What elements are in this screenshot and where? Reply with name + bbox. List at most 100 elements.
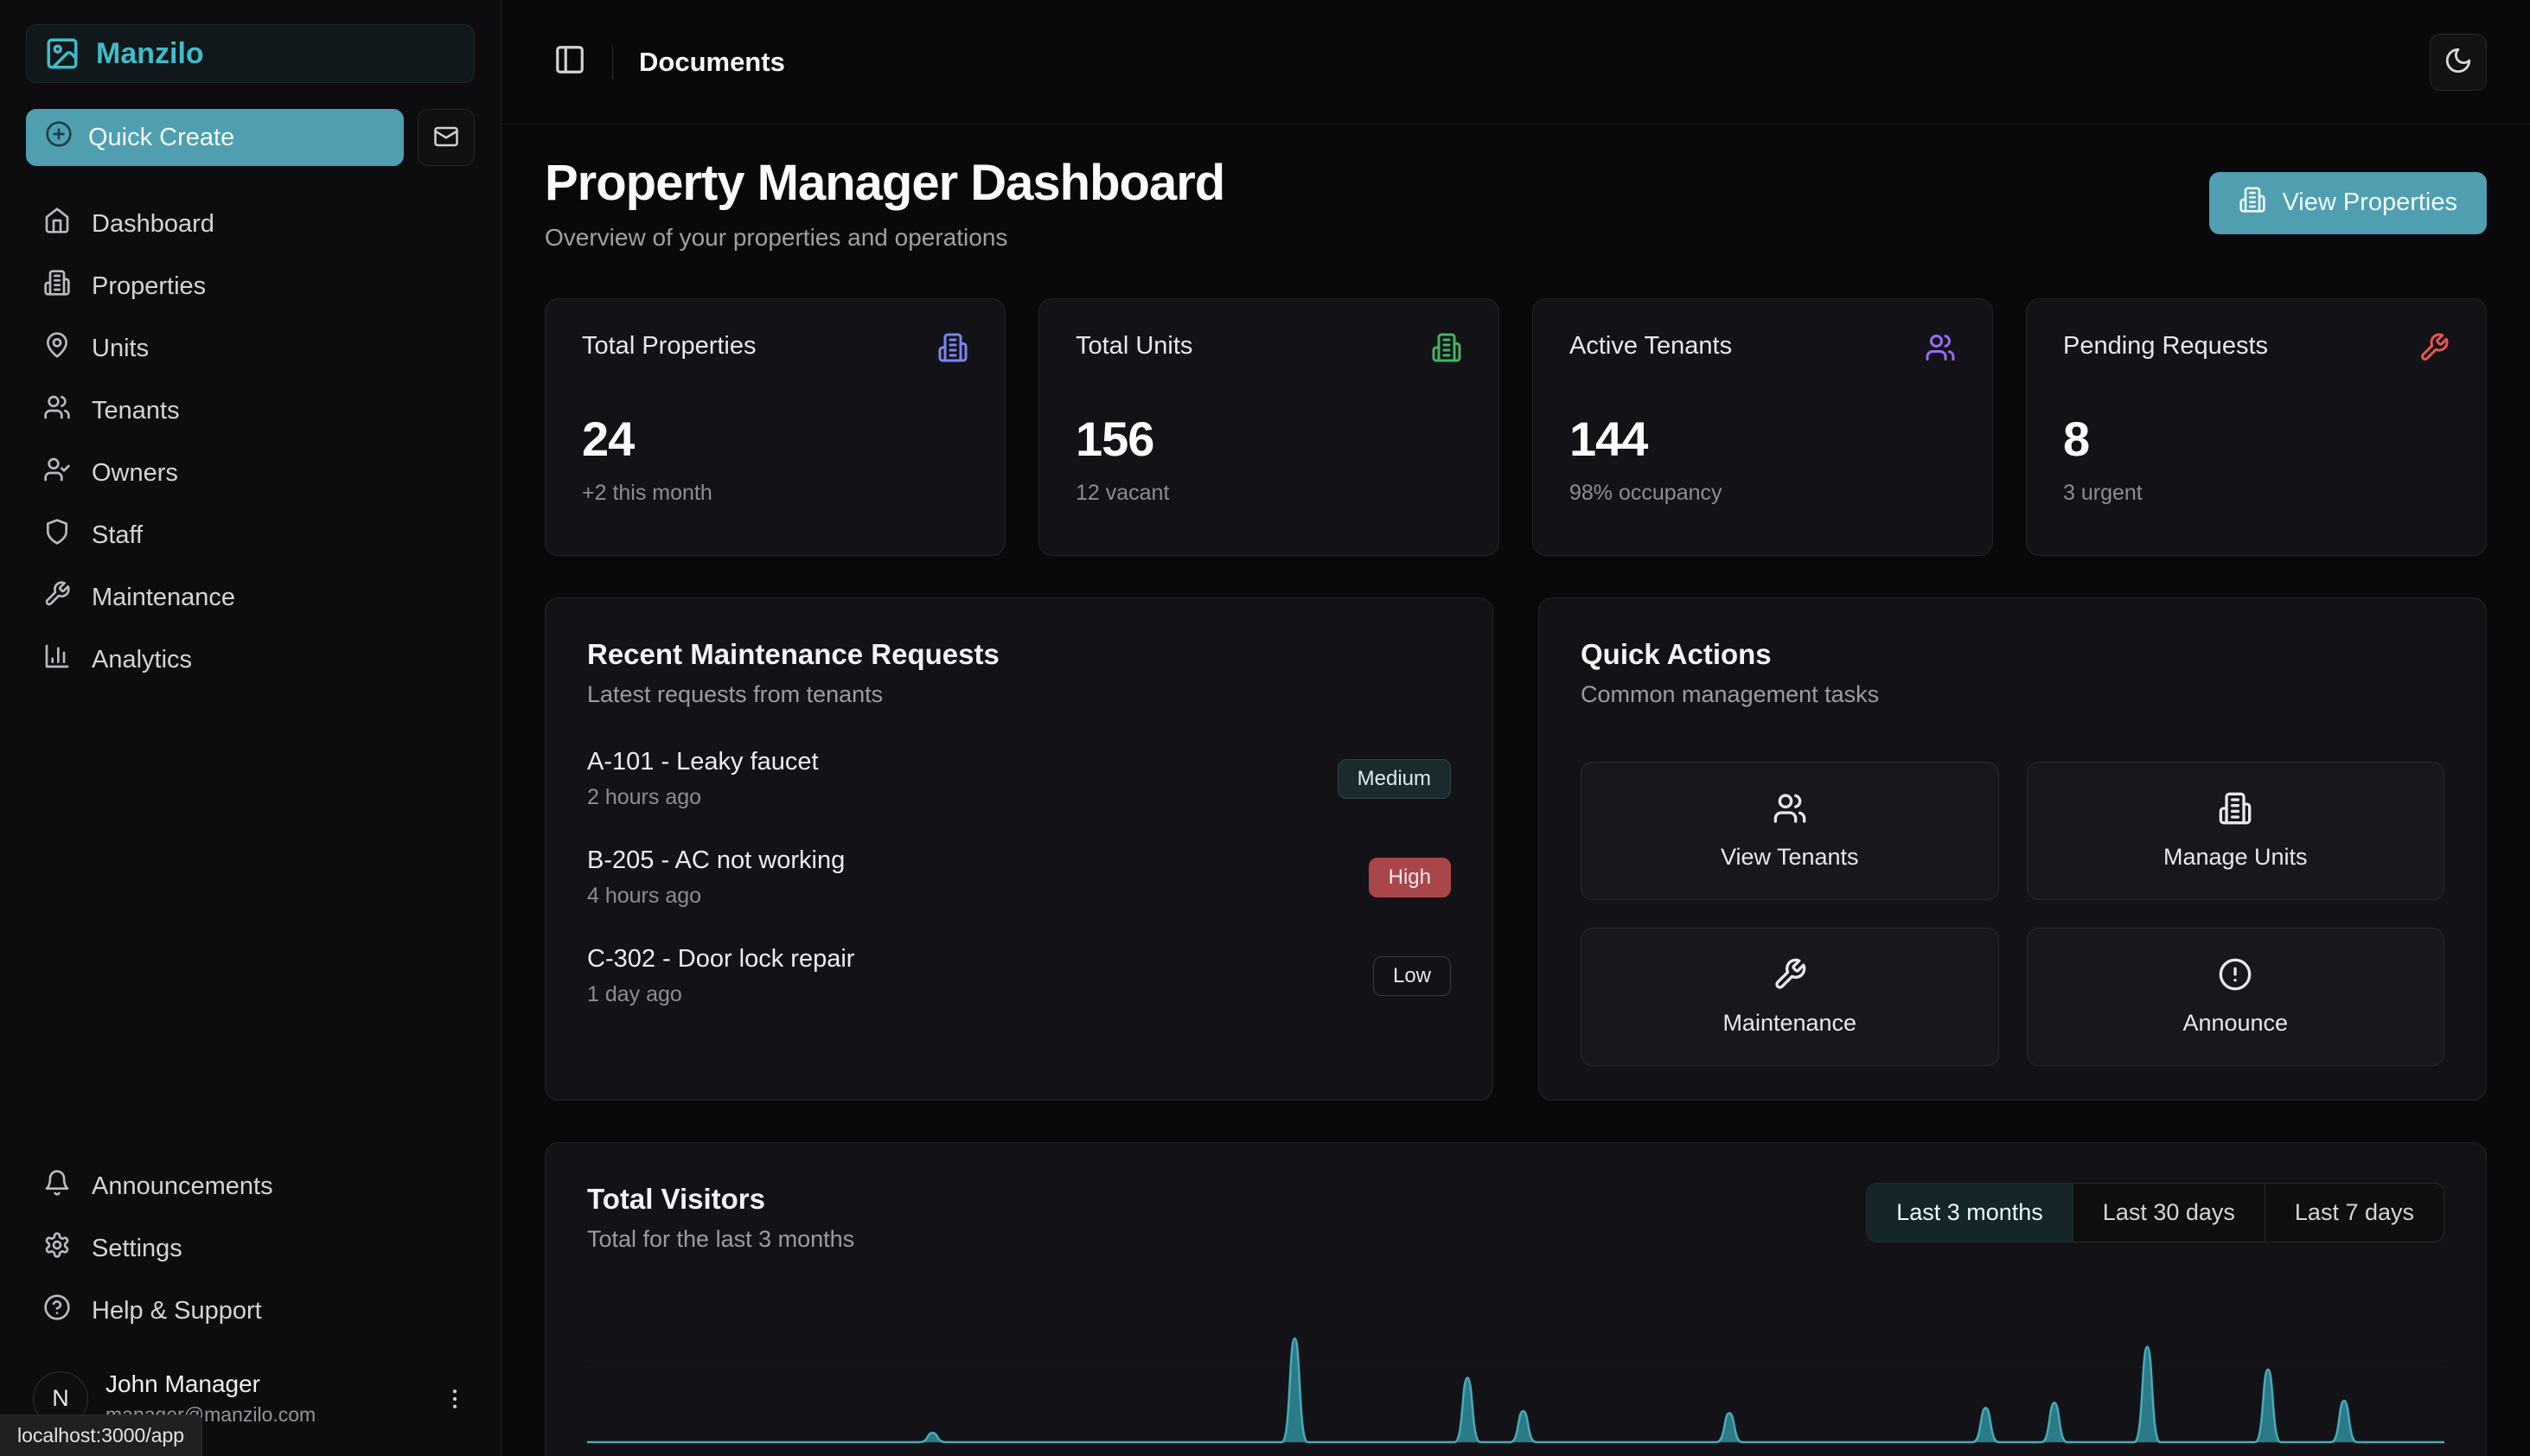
sidebar: Manzilo Quick Create Dashboard Propertie… (0, 0, 502, 1456)
stat-card-pending-requests: Pending Requests 8 3 urgent (2026, 298, 2487, 556)
maintenance-list: A-101 - Leaky faucet 2 hours ago Medium … (587, 748, 1451, 1007)
image-icon (44, 35, 80, 72)
sidebar-item-label: Settings (92, 1235, 182, 1263)
building-icon (2218, 791, 2252, 828)
maintenance-list-item[interactable]: A-101 - Leaky faucet 2 hours ago Medium (587, 748, 1451, 810)
chart-area (587, 1291, 2444, 1456)
card-title: Quick Actions (1581, 638, 2444, 671)
request-time: 1 day ago (587, 982, 854, 1007)
stat-label: Total Properties (582, 332, 757, 361)
sidebar-item-label: Properties (92, 272, 206, 301)
request-title: C-302 - Door lock repair (587, 945, 854, 974)
quick-actions-card: Quick Actions Common management tasks Vi… (1538, 597, 2487, 1101)
total-visitors-card: Total Visitors Total for the last 3 mont… (545, 1142, 2487, 1456)
map-pin-icon (43, 331, 71, 366)
app-window: Manzilo Quick Create Dashboard Propertie… (0, 0, 2530, 1456)
users-icon (43, 393, 71, 428)
stat-card-active-tenants: Active Tenants 144 98% occupancy (1532, 298, 1993, 556)
stat-value: 24 (582, 411, 968, 467)
page-header: Property Manager Dashboard Overview of y… (545, 154, 2487, 252)
breadcrumb: Documents (639, 47, 785, 78)
theme-toggle-button[interactable] (2430, 34, 2487, 91)
request-title: B-205 - AC not working (587, 846, 845, 875)
sidebar-item-owners[interactable]: Owners (26, 444, 475, 501)
bar-chart-icon (43, 642, 71, 677)
card-title: Recent Maintenance Requests (587, 638, 1451, 671)
plus-circle-icon (45, 120, 73, 155)
user-check-icon (43, 456, 71, 490)
moon-icon (2444, 46, 2473, 78)
stat-subtext: 3 urgent (2063, 481, 2450, 506)
sidebar-item-help-support[interactable]: Help & Support (26, 1282, 475, 1339)
sidebar-item-label: Dashboard (92, 210, 214, 239)
stat-card-total-units: Total Units 156 12 vacant (1038, 298, 1499, 556)
action-label: Manage Units (2163, 844, 2308, 871)
sidebar-item-staff[interactable]: Staff (26, 507, 475, 564)
sidebar-item-analytics[interactable]: Analytics (26, 631, 475, 688)
wrench-icon (43, 580, 71, 615)
priority-badge: High (1369, 858, 1451, 897)
view-tenants-button[interactable]: View Tenants (1581, 762, 1999, 900)
sidebar-item-units[interactable]: Units (26, 320, 475, 377)
stats-row: Total Properties 24 +2 this month Total … (545, 298, 2487, 556)
building-icon (937, 332, 968, 367)
stat-value: 156 (1076, 411, 1462, 467)
sidebar-item-settings[interactable]: Settings (26, 1220, 475, 1277)
stat-subtext: 98% occupancy (1569, 481, 1956, 506)
page-content: Property Manager Dashboard Overview of y… (502, 125, 2530, 1456)
dots-vertical-icon[interactable] (442, 1386, 468, 1412)
card-subtitle: Latest requests from tenants (587, 681, 1451, 708)
bell-icon (43, 1169, 71, 1204)
range-last-30-days[interactable]: Last 30 days (2073, 1184, 2265, 1242)
maintenance-list-item[interactable]: C-302 - Door lock repair 1 day ago Low (587, 945, 1451, 1007)
building-icon (1431, 332, 1462, 367)
help-circle-icon (43, 1293, 71, 1328)
range-last-7-days[interactable]: Last 7 days (2265, 1184, 2444, 1242)
sidebar-item-announcements[interactable]: Announcements (26, 1158, 475, 1215)
page-header-text: Property Manager Dashboard Overview of y… (545, 154, 1224, 252)
range-last-3-months[interactable]: Last 3 months (1867, 1184, 2073, 1242)
sidebar-item-label: Units (92, 335, 149, 363)
sidebar-item-maintenance[interactable]: Maintenance (26, 569, 475, 626)
gear-icon (43, 1231, 71, 1266)
quick-create-button[interactable]: Quick Create (26, 109, 404, 166)
stat-value: 144 (1569, 411, 1956, 467)
request-title: A-101 - Leaky faucet (587, 748, 819, 776)
visitors-chart (587, 1291, 2444, 1456)
maintenance-button[interactable]: Maintenance (1581, 928, 1999, 1066)
alert-circle-icon (2218, 957, 2252, 994)
view-properties-button[interactable]: View Properties (2209, 172, 2487, 234)
stat-subtext: +2 this month (582, 481, 968, 506)
sidebar-item-properties[interactable]: Properties (26, 258, 475, 315)
stat-label: Active Tenants (1569, 332, 1732, 361)
request-time: 2 hours ago (587, 785, 819, 810)
user-name: John Manager (105, 1370, 425, 1398)
avatar-initial: N (52, 1385, 69, 1412)
brand-name: Manzilo (96, 37, 204, 71)
announce-button[interactable]: Announce (2027, 928, 2445, 1066)
sidebar-toggle-button[interactable] (553, 43, 586, 80)
action-label: Maintenance (1722, 1010, 1856, 1037)
sidebar-item-label: Staff (92, 521, 143, 550)
users-icon (1925, 332, 1956, 367)
card-subtitle: Total for the last 3 months (587, 1226, 854, 1253)
main-area: Documents Property Manager Dashboard Ove… (502, 0, 2530, 1456)
view-properties-label: View Properties (2282, 188, 2457, 217)
quick-create-label: Quick Create (88, 124, 234, 152)
mail-button[interactable] (418, 109, 475, 166)
quick-create-row: Quick Create (26, 109, 475, 166)
sidebar-item-label: Owners (92, 459, 178, 488)
maintenance-list-item[interactable]: B-205 - AC not working 4 hours ago High (587, 846, 1451, 909)
manage-units-button[interactable]: Manage Units (2027, 762, 2445, 900)
brand-logo[interactable]: Manzilo (26, 24, 475, 83)
stat-label: Total Units (1076, 332, 1192, 361)
sidebar-item-tenants[interactable]: Tenants (26, 382, 475, 439)
range-segmented-control: Last 3 months Last 30 days Last 7 days (1866, 1183, 2444, 1242)
sidebar-item-label: Announcements (92, 1172, 273, 1201)
sidebar-item-label: Analytics (92, 646, 192, 674)
sidebar-secondary-nav: Announcements Settings Help & Support (26, 1158, 475, 1339)
building-icon (2239, 186, 2266, 220)
sidebar-spacer (26, 688, 475, 1158)
stat-label: Pending Requests (2063, 332, 2268, 361)
sidebar-item-dashboard[interactable]: Dashboard (26, 195, 475, 252)
